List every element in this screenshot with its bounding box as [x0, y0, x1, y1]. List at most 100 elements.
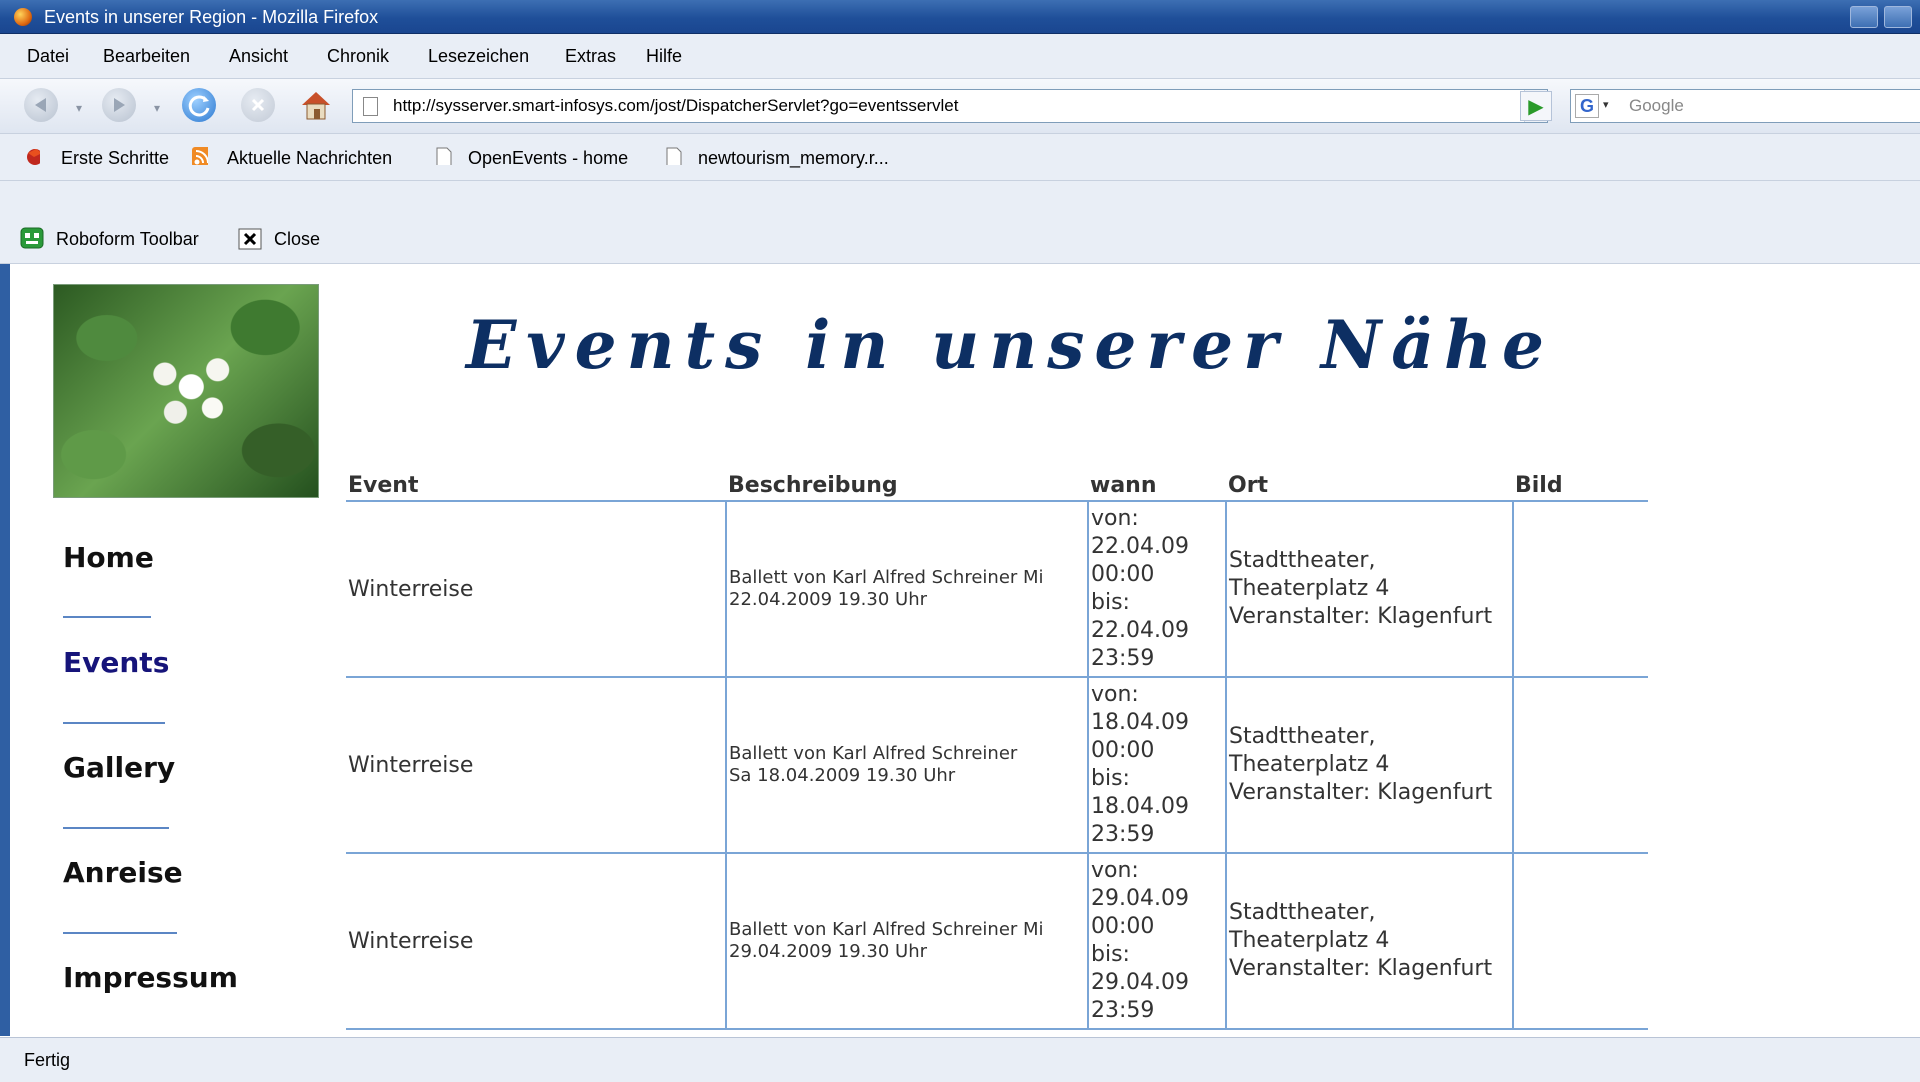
search-box[interactable]: G ▾ Google [1570, 89, 1920, 123]
location-line: Stadttheater, [1229, 900, 1376, 925]
page-heading: Events in unserer Nähe [466, 306, 1554, 384]
flower-logo-image [53, 284, 319, 498]
bookmark-newtourism-memory[interactable]: newtourism_memory.r... [698, 148, 889, 169]
column-header-wann: wann [1088, 470, 1226, 502]
menu-chronik[interactable]: Chronik [327, 46, 389, 67]
location-line: Theaterplatz 4 [1229, 928, 1390, 953]
location-line: Veranstalter: Klagenfurt [1229, 956, 1493, 981]
menu-extras[interactable]: Extras [565, 46, 616, 67]
when-cell: von: 29.04.09 00:00 bis: 29.04.09 23:59 [1088, 853, 1227, 1030]
when-line: 18.04.09 [1091, 710, 1189, 735]
maximize-button[interactable] [1884, 6, 1912, 28]
roboform-label[interactable]: Roboform Toolbar [56, 229, 199, 250]
table-row: Winterreise Ballett von Karl Alfred Schr… [346, 677, 1648, 854]
table-row: Winterreise Ballett von Karl Alfred Schr… [346, 501, 1648, 678]
location-line: Theaterplatz 4 [1229, 576, 1390, 601]
nav-separator [63, 616, 151, 618]
when-line: 00:00 [1091, 738, 1155, 763]
reload-button[interactable] [182, 88, 216, 122]
menu-lesezeichen[interactable]: Lesezeichen [428, 46, 529, 67]
bookmarks-toolbar: Erste Schritte Aktuelle Nachrichten Open… [0, 134, 1920, 181]
menu-bearbeiten[interactable]: Bearbeiten [103, 46, 190, 67]
image-cell [1513, 853, 1648, 1030]
nav-link-home[interactable]: Home [63, 541, 154, 574]
forward-history-dropdown-icon[interactable]: ▾ [154, 101, 160, 115]
when-line: von: [1091, 682, 1139, 707]
menu-hilfe[interactable]: Hilfe [646, 46, 682, 67]
back-button[interactable] [24, 88, 58, 122]
stop-icon [251, 98, 265, 112]
bookmark-aktuelle-nachrichten[interactable]: Aktuelle Nachrichten [227, 148, 392, 169]
search-engine-dropdown-icon[interactable]: ▾ [1603, 98, 1609, 111]
home-button[interactable] [298, 87, 334, 123]
google-icon[interactable]: G [1575, 94, 1599, 118]
description-line: Ballett von Karl Alfred Schreiner Mi [729, 567, 1044, 588]
description-line: 22.04.2009 19.30 Uhr [729, 589, 928, 610]
nav-link-anreise[interactable]: Anreise [63, 856, 183, 889]
event-name-cell: Winterreise [346, 501, 727, 678]
home-icon [302, 92, 330, 120]
events-table: Event Beschreibung wann Ort Bild Winterr… [346, 470, 1648, 1030]
nav-separator [63, 932, 177, 934]
when-line: 23:59 [1091, 998, 1155, 1023]
description-cell: Ballett von Karl Alfred Schreiner Sa 18.… [726, 677, 1089, 854]
url-text[interactable]: http://sysserver.smart-infosys.com/jost/… [393, 96, 958, 116]
window-left-border [0, 264, 10, 1036]
window-titlebar: Events in unserer Region - Mozilla Firef… [0, 0, 1920, 34]
description-line: Ballett von Karl Alfred Schreiner Mi [729, 919, 1044, 940]
bookmark-erste-schritte[interactable]: Erste Schritte [61, 148, 169, 169]
page-bookmark-icon [436, 147, 452, 165]
stop-button[interactable] [241, 88, 275, 122]
when-line: 23:59 [1091, 646, 1155, 671]
location-cell: Stadttheater, Theaterplatz 4 Veranstalte… [1226, 501, 1514, 678]
when-line: 22.04.09 [1091, 618, 1189, 643]
rss-feed-icon [192, 147, 208, 165]
when-cell: von: 22.04.09 00:00 bis: 22.04.09 23:59 [1088, 501, 1227, 678]
location-cell: Stadttheater, Theaterplatz 4 Veranstalte… [1226, 853, 1514, 1030]
address-bar[interactable]: http://sysserver.smart-infosys.com/jost/… [352, 89, 1548, 123]
column-header-event: Event [346, 470, 726, 502]
when-cell: von: 18.04.09 00:00 bis: 18.04.09 23:59 [1088, 677, 1227, 854]
nav-separator [63, 722, 165, 724]
when-line: 29.04.09 [1091, 886, 1189, 911]
status-text: Fertig [24, 1050, 71, 1070]
when-line: von: [1091, 858, 1139, 883]
nav-link-events[interactable]: Events [63, 646, 169, 679]
page-bookmark-icon [666, 147, 682, 165]
when-line: bis: [1091, 590, 1130, 615]
menu-bar: Datei Bearbeiten Ansicht Chronik Lesezei… [0, 34, 1920, 79]
roboform-close-button[interactable]: Close [274, 229, 320, 250]
event-name-cell: Winterreise [346, 853, 727, 1030]
nav-separator [63, 827, 169, 829]
close-icon[interactable] [238, 228, 262, 250]
menu-ansicht[interactable]: Ansicht [229, 46, 288, 67]
location-line: Stadttheater, [1229, 548, 1376, 573]
column-header-beschreibung: Beschreibung [726, 470, 1088, 502]
location-cell: Stadttheater, Theaterplatz 4 Veranstalte… [1226, 677, 1514, 854]
menu-datei[interactable]: Datei [27, 46, 69, 67]
when-line: 23:59 [1091, 822, 1155, 847]
image-cell [1513, 677, 1648, 854]
nav-link-gallery[interactable]: Gallery [63, 751, 175, 784]
back-history-dropdown-icon[interactable]: ▾ [76, 101, 82, 115]
roboform-icon [20, 227, 44, 249]
when-line: von: [1091, 506, 1139, 531]
roboform-toolbar: Roboform Toolbar Close [0, 181, 1920, 264]
firefox-icon [14, 8, 32, 26]
bookmark-openevents-home[interactable]: OpenEvents - home [468, 148, 628, 169]
when-line: bis: [1091, 942, 1130, 967]
table-row: Winterreise Ballett von Karl Alfred Schr… [346, 853, 1648, 1030]
firefox-bookmark-icon [27, 149, 40, 165]
forward-arrow-icon [114, 98, 125, 112]
nav-link-impressum[interactable]: Impressum [63, 961, 238, 994]
description-cell: Ballett von Karl Alfred Schreiner Mi 29.… [726, 853, 1089, 1030]
forward-button[interactable] [102, 88, 136, 122]
description-line: 29.04.2009 19.30 Uhr [729, 941, 928, 962]
event-name-cell: Winterreise [346, 677, 727, 854]
go-button[interactable]: ▶ [1520, 91, 1552, 121]
description-line: Sa 18.04.2009 19.30 Uhr [729, 765, 956, 786]
when-line: 29.04.09 [1091, 970, 1189, 995]
search-placeholder[interactable]: Google [1629, 96, 1684, 116]
reload-icon [188, 95, 210, 117]
minimize-button[interactable] [1850, 6, 1878, 28]
